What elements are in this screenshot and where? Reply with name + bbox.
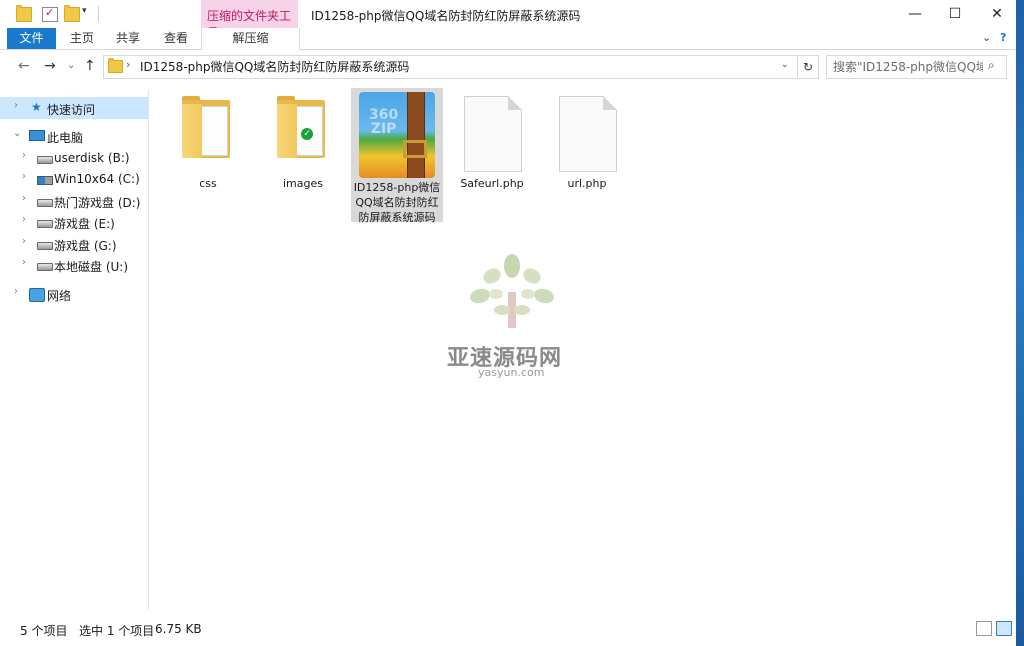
php-file-icon bbox=[559, 96, 617, 172]
network-icon bbox=[29, 288, 45, 302]
sidebar-item-this-pc[interactable]: ⌄ 此电脑 bbox=[0, 125, 148, 147]
sidebar-item-drive-u[interactable]: › 本地磁盘 (U:) bbox=[0, 254, 148, 276]
window-title: ID1258-php微信QQ域名防封防红防屏蔽系统源码 bbox=[311, 9, 581, 23]
status-size: 6.75 KB bbox=[155, 622, 202, 636]
up-button[interactable]: ↑ bbox=[84, 58, 96, 74]
forward-button[interactable]: → bbox=[44, 58, 56, 74]
folder-icon bbox=[182, 96, 230, 158]
file-explorer-window: ✓ ▾ 压缩的文件夹工具 ID1258-php微信QQ域名防封防红防屏蔽系统源码… bbox=[0, 0, 1016, 646]
quick-access-toolbar-dropdown[interactable]: ▾ bbox=[82, 6, 87, 16]
contextual-tab-header: 压缩的文件夹工具 bbox=[201, 0, 298, 40]
file-item-zip[interactable]: 360 ZIP ID1258-php微信 QQ域名防封防红 防屏蔽系统源码 bbox=[351, 88, 443, 224]
search-icon[interactable]: ⌕ bbox=[988, 58, 995, 73]
sync-check-icon: ✓ bbox=[301, 128, 313, 140]
status-item-count: 5 个项目 bbox=[20, 624, 68, 638]
ribbon-bar bbox=[0, 28, 1016, 50]
back-button[interactable]: ← bbox=[18, 58, 30, 74]
file-name-line: 防屏蔽系统源码 bbox=[358, 211, 436, 224]
search-placeholder: 搜索"ID1258-php微信QQ域... bbox=[833, 60, 983, 74]
drive-icon bbox=[37, 220, 53, 228]
sidebar-item-drive-e[interactable]: › 游戏盘 (E:) bbox=[0, 211, 148, 233]
maximize-button[interactable]: ☐ bbox=[932, 0, 978, 28]
star-icon: ★ bbox=[31, 100, 42, 114]
breadcrumb-separator[interactable]: › bbox=[126, 58, 130, 71]
file-item-url[interactable]: url.php bbox=[541, 92, 633, 196]
file-name-line: QQ域名防封防红 bbox=[355, 196, 439, 209]
folder-icon: ✓ bbox=[277, 96, 325, 158]
sidebar-item-drive-d[interactable]: › 热门游戏盘 (D:) bbox=[0, 190, 148, 212]
file-item-safeurl[interactable]: Safeurl.php bbox=[446, 92, 538, 196]
computer-icon bbox=[29, 130, 45, 141]
help-icon[interactable]: ? bbox=[1000, 31, 1006, 44]
toolbar-separator bbox=[98, 6, 99, 22]
watermark-subtitle: yasyun.com bbox=[478, 366, 545, 379]
sidebar-item-quick-access[interactable]: › ★ 快速访问 bbox=[0, 97, 148, 119]
drive-icon bbox=[37, 242, 53, 250]
tab-share[interactable]: 共享 bbox=[116, 28, 140, 49]
file-name-line: ID1258-php微信 bbox=[353, 181, 441, 194]
watermark-tree-logo bbox=[470, 254, 554, 328]
php-file-icon bbox=[464, 96, 522, 172]
breadcrumb-current[interactable]: ID1258-php微信QQ域名防封防红防屏蔽系统源码 bbox=[140, 58, 409, 75]
drive-icon bbox=[37, 199, 53, 207]
folder-icon bbox=[108, 58, 123, 73]
refresh-button[interactable]: ↻ bbox=[798, 55, 819, 79]
sidebar-item-drive-b[interactable]: › userdisk (B:) bbox=[0, 147, 148, 169]
sidebar-item-network[interactable]: › 网络 bbox=[0, 283, 148, 305]
tab-home[interactable]: 主页 bbox=[70, 28, 94, 49]
recent-locations-button[interactable]: ⌄ bbox=[67, 60, 75, 71]
file-item-images[interactable]: ✓ images bbox=[257, 92, 349, 196]
zip-archive-icon: 360 ZIP bbox=[359, 92, 435, 178]
desktop-background-strip bbox=[1016, 0, 1024, 646]
file-item-css[interactable]: css bbox=[162, 92, 254, 196]
close-button[interactable]: ✕ bbox=[974, 0, 1020, 28]
properties-icon[interactable]: ✓ bbox=[42, 6, 58, 22]
tab-view[interactable]: 查看 bbox=[164, 28, 188, 49]
sidebar-item-drive-c[interactable]: › Win10x64 (C:) bbox=[0, 168, 148, 190]
details-view-button[interactable] bbox=[976, 621, 992, 636]
sidebar-item-drive-g[interactable]: › 游戏盘 (G:) bbox=[0, 233, 148, 255]
windows-drive-icon bbox=[37, 176, 53, 185]
large-icons-view-button[interactable] bbox=[996, 621, 1012, 636]
window-bottom-edge bbox=[0, 640, 1016, 646]
tab-file[interactable]: 文件 bbox=[7, 28, 56, 49]
new-folder-icon[interactable] bbox=[64, 5, 80, 22]
folder-icon bbox=[16, 5, 32, 22]
status-selection: 选中 1 个项目 bbox=[79, 624, 155, 638]
address-dropdown-icon[interactable]: ⌄ bbox=[781, 60, 789, 70]
drive-icon bbox=[37, 263, 53, 271]
ribbon-collapse-icon[interactable]: ⌄ bbox=[982, 31, 991, 44]
drive-icon bbox=[37, 156, 53, 164]
tab-extract[interactable]: 解压缩 bbox=[201, 28, 300, 50]
